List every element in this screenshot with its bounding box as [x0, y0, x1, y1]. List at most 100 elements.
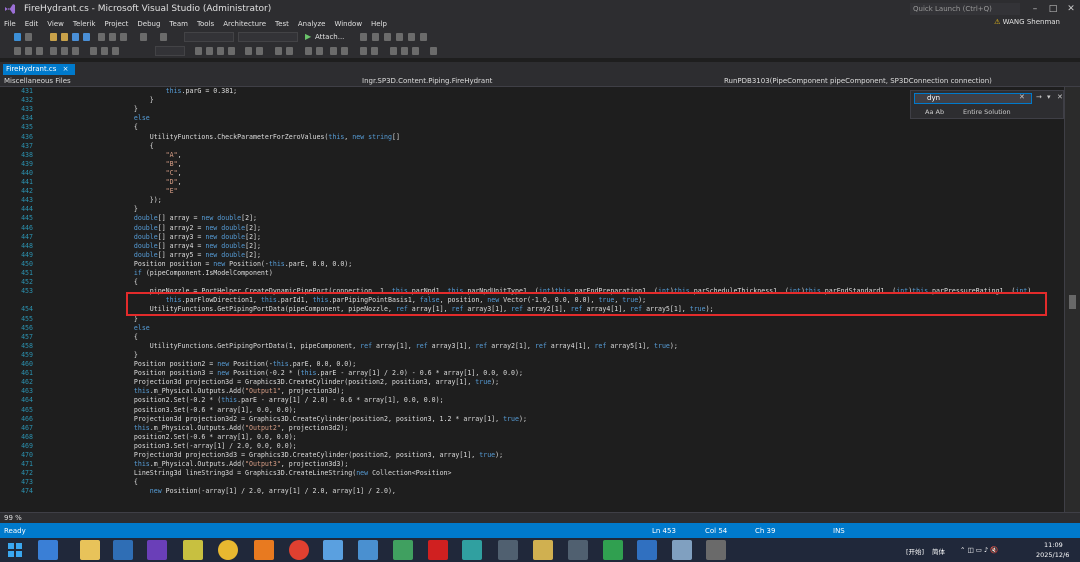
code-line[interactable]: 471 this.m_Physical.Outputs.Add("Output3…: [0, 460, 1064, 469]
tray-start-label[interactable]: [开始]: [906, 546, 924, 556]
taskbar-app-powershell-icon[interactable]: [113, 540, 133, 560]
maximize-icon[interactable]: □: [1044, 4, 1062, 14]
code-text[interactable]: new Position(-array[1] / 2.0, array[1] /…: [118, 487, 396, 496]
find-close-icon[interactable]: ✕: [1019, 93, 1025, 101]
menu-edit[interactable]: Edit: [25, 20, 39, 28]
windows-start-icon[interactable]: [8, 543, 22, 557]
zoom-level[interactable]: 99 %: [4, 514, 22, 522]
taskbar-app-book-icon[interactable]: [672, 540, 692, 560]
taskbar-app-window-icon[interactable]: [637, 540, 657, 560]
code-line[interactable]: 433 }: [0, 105, 1064, 114]
code-text[interactable]: double[] array5 = new double[2];: [118, 251, 261, 260]
spacing-icon-a[interactable]: [195, 47, 202, 55]
new-project-icon[interactable]: [50, 33, 57, 41]
align-top-icon[interactable]: [50, 47, 57, 55]
code-text[interactable]: this.parG = 0.381;: [118, 87, 237, 96]
toolbar-icon-b[interactable]: [372, 33, 379, 41]
align-center-icon[interactable]: [25, 47, 32, 55]
menu-view[interactable]: View: [47, 20, 64, 28]
solution-configuration-dropdown[interactable]: [184, 32, 234, 42]
code-line[interactable]: 458 UtilityFunctions.GetPipingPortData(1…: [0, 342, 1064, 351]
solution-platform-dropdown[interactable]: [238, 32, 298, 42]
taskbar-app-task-view-icon[interactable]: [706, 540, 726, 560]
code-line[interactable]: 449 double[] array5 = new double[2];: [0, 251, 1064, 260]
align-right-icon[interactable]: [36, 47, 43, 55]
member-dropdown[interactable]: RunPDB3103(PipeComponent pipeComponent, …: [724, 77, 992, 85]
code-text[interactable]: Position position3 = new Position(-0.2 *…: [118, 369, 523, 378]
tray-ime[interactable]: 简体: [932, 546, 945, 556]
code-text[interactable]: double[] array3 = new double[2];: [118, 233, 261, 242]
code-text[interactable]: position3.Set(-0.6 * array[1], 0.0, 0.0)…: [118, 406, 297, 415]
code-text[interactable]: else: [118, 324, 150, 333]
code-text[interactable]: double[] array = new double[2];: [118, 214, 257, 223]
code-text[interactable]: Projection3d projection3d = Graphics3D.C…: [118, 378, 499, 387]
outdent-icon[interactable]: [371, 47, 378, 55]
code-text[interactable]: }: [118, 96, 154, 105]
code-text[interactable]: {: [118, 333, 138, 342]
code-line[interactable]: 439 "B",: [0, 160, 1064, 169]
code-line[interactable]: 456 else: [0, 324, 1064, 333]
code-line[interactable]: 457 {: [0, 333, 1064, 342]
code-line[interactable]: 444 }: [0, 205, 1064, 214]
taskbar-app-search-icon[interactable]: [254, 540, 274, 560]
code-text[interactable]: {: [118, 278, 138, 287]
navigate-forward-icon[interactable]: [25, 33, 32, 41]
uncomment-icon[interactable]: [341, 47, 348, 55]
code-text[interactable]: Projection3d projection3d3 = Graphics3D.…: [118, 451, 503, 460]
code-line[interactable]: 445 double[] array = new double[2];: [0, 214, 1064, 223]
code-line[interactable]: 469 position3.Set(-array[1] / 2.0, 0.0, …: [0, 442, 1064, 451]
code-line[interactable]: 470 Projection3d projection3d3 = Graphic…: [0, 451, 1064, 460]
bookmark-icon-b[interactable]: [316, 47, 323, 55]
code-line[interactable]: 432 }: [0, 96, 1064, 105]
code-text[interactable]: UtilityFunctions.GetPipingPortData(1, pi…: [118, 342, 678, 351]
code-line[interactable]: 446 double[] array2 = new double[2];: [0, 224, 1064, 233]
code-text[interactable]: "B",: [118, 160, 182, 169]
bookmark-prev-icon[interactable]: [390, 47, 397, 55]
size-width-icon[interactable]: [90, 47, 97, 55]
order-icon-a[interactable]: [275, 47, 282, 55]
code-line[interactable]: 468 position2.Set(-0.6 * array[1], 0.0, …: [0, 433, 1064, 442]
comment-icon[interactable]: [330, 47, 337, 55]
menu-file[interactable]: File: [4, 20, 16, 28]
find-options[interactable]: Aa Ab: [925, 108, 944, 116]
format-dropdown[interactable]: [155, 46, 185, 56]
align-bottom-icon[interactable]: [72, 47, 79, 55]
code-line[interactable]: 462 Projection3d projection3d = Graphics…: [0, 378, 1064, 387]
find-options-icon[interactable]: ▾: [1047, 93, 1051, 101]
code-line[interactable]: 467 this.m_Physical.Outputs.Add("Output2…: [0, 424, 1064, 433]
align-middle-icon[interactable]: [61, 47, 68, 55]
navigate-back-icon[interactable]: [14, 33, 21, 41]
paste-icon[interactable]: [120, 33, 127, 41]
undo-icon[interactable]: [140, 33, 147, 41]
spacing-icon-b[interactable]: [206, 47, 213, 55]
toolbar-icon-a[interactable]: [360, 33, 367, 41]
code-text[interactable]: });: [118, 196, 162, 205]
code-line[interactable]: 460 Position position2 = new Position(-t…: [0, 360, 1064, 369]
attach-button[interactable]: Attach...: [315, 33, 344, 41]
code-line[interactable]: 438 "A",: [0, 151, 1064, 160]
code-text[interactable]: if (pipeComponent.IsModelComponent): [118, 269, 273, 278]
code-line[interactable]: 447 double[] array3 = new double[2];: [0, 233, 1064, 242]
close-icon[interactable]: ✕: [1062, 4, 1080, 14]
code-line[interactable]: 443 });: [0, 196, 1064, 205]
taskbar-app-3d-icon[interactable]: [603, 540, 623, 560]
code-line[interactable]: 435 {: [0, 123, 1064, 132]
spacing-icon-e[interactable]: [245, 47, 252, 55]
code-text[interactable]: this.m_Physical.Outputs.Add("Output1", p…: [118, 387, 344, 396]
project-dropdown[interactable]: Miscellaneous Files: [4, 77, 71, 85]
taskbar-app-autocad-icon[interactable]: [428, 540, 448, 560]
taskbar-app-tools-icon[interactable]: [183, 540, 203, 560]
code-line[interactable]: 452 {: [0, 278, 1064, 287]
code-text[interactable]: "E": [118, 187, 178, 196]
code-text[interactable]: {: [118, 142, 154, 151]
code-text[interactable]: position2.Set(-0.2 * (this.parE - array[…: [118, 396, 444, 405]
menu-telerik[interactable]: Telerik: [73, 20, 96, 28]
find-expand-icon[interactable]: ✕: [1057, 93, 1063, 101]
code-line[interactable]: 450 Position position = new Position(-th…: [0, 260, 1064, 269]
code-text[interactable]: }: [118, 105, 138, 114]
menu-project[interactable]: Project: [104, 20, 128, 28]
bookmark-icon-a[interactable]: [305, 47, 312, 55]
code-text[interactable]: {: [118, 478, 138, 487]
code-text[interactable]: position3.Set(-array[1] / 2.0, 0.0, 0.0)…: [118, 442, 297, 451]
toolbar-icon-e[interactable]: [408, 33, 415, 41]
